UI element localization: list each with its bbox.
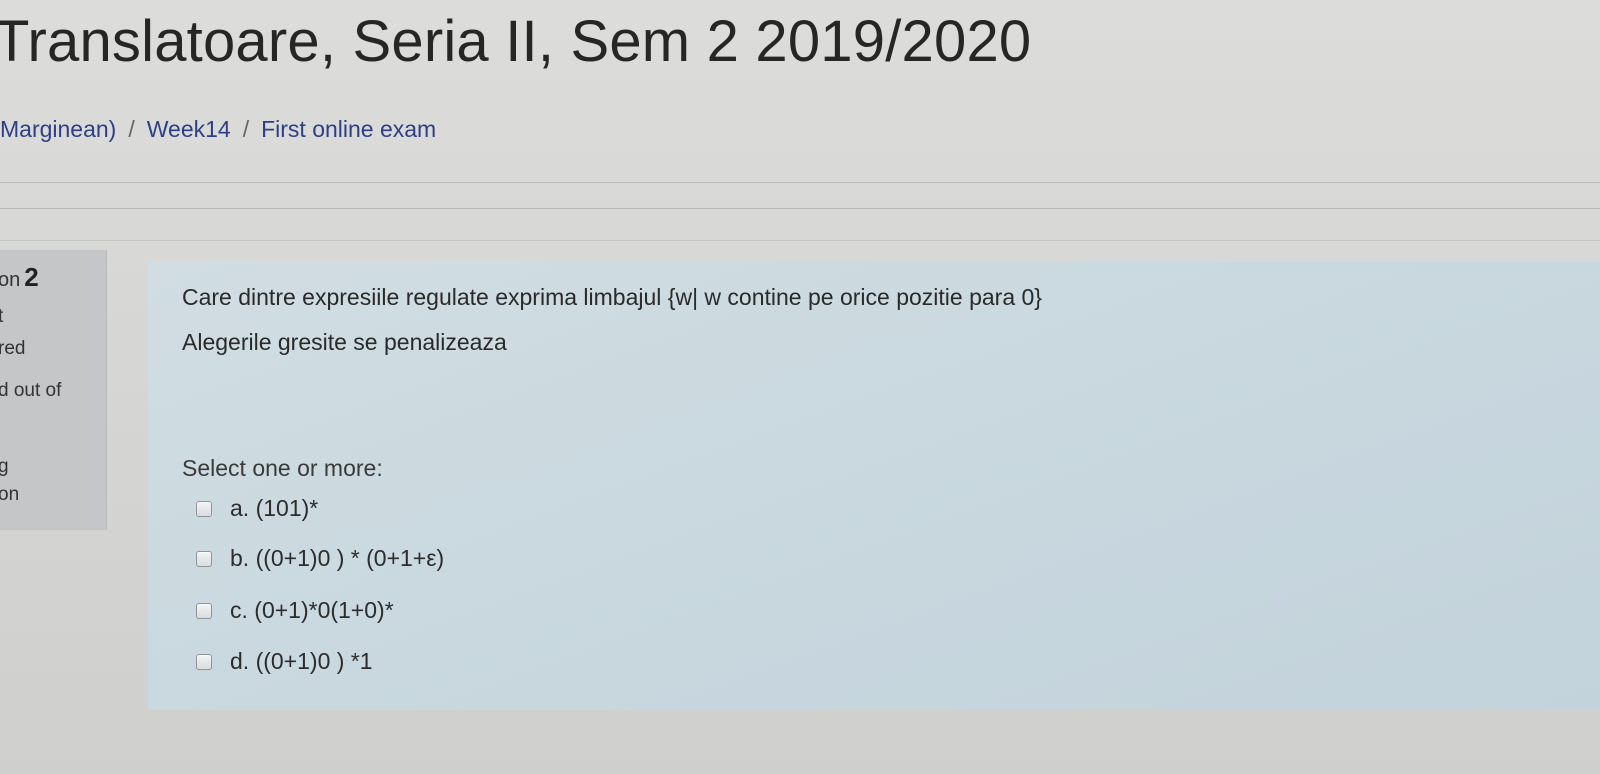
question-number: 2 xyxy=(24,262,39,292)
answer-label[interactable]: b. ((0+1)0 ) * (0+1+ε) xyxy=(230,545,444,572)
question-mark: d out of xyxy=(0,380,62,401)
flag-question-fragment[interactable]: g xyxy=(0,456,9,478)
quiz-page: Translatoare, Seria II, Sem 2 2019/2020 … xyxy=(0,0,1600,774)
divider xyxy=(0,240,1600,241)
flag-question-label[interactable]: on xyxy=(0,484,19,506)
answer-option-d[interactable]: d. ((0+1)0 ) *1 xyxy=(196,648,373,675)
breadcrumb-separator: / xyxy=(128,116,135,142)
answer-option-b[interactable]: b. ((0+1)0 ) * (0+1+ε) xyxy=(196,545,444,572)
answer-option-a[interactable]: a. (101)* xyxy=(196,495,318,522)
question-note: Alegerile gresite se penalizeaza xyxy=(182,329,507,355)
divider xyxy=(0,182,1600,183)
question-number-label: on 2 xyxy=(0,262,39,293)
answer-label[interactable]: a. (101)* xyxy=(230,495,318,522)
divider xyxy=(0,208,1600,209)
answer-label[interactable]: c. (0+1)*0(1+0)* xyxy=(230,597,394,624)
question-info-panel: on2 t red d out of g on xyxy=(0,250,107,530)
question-text: Care dintre expresiile regulate exprima … xyxy=(182,284,1042,310)
checkbox-icon[interactable] xyxy=(196,550,212,567)
breadcrumb-separator: / xyxy=(242,116,250,142)
answer-label[interactable]: d. ((0+1)0 ) *1 xyxy=(230,648,373,675)
course-title: Translatoare, Seria II, Sem 2 2019/2020 xyxy=(0,9,1032,74)
answer-option-c[interactable]: c. (0+1)*0(1+0)* xyxy=(196,597,394,624)
breadcrumb-item-exam[interactable]: First online exam xyxy=(261,116,436,142)
question-status-fragment: t xyxy=(0,306,3,328)
question-prefix: on xyxy=(0,269,21,291)
breadcrumb-item-course[interactable]: Marginean) xyxy=(0,116,116,142)
breadcrumb: Marginean) / Week14 / First online exam xyxy=(0,116,436,143)
checkbox-icon[interactable] xyxy=(196,653,212,670)
select-prompt: Select one or more: xyxy=(182,455,383,481)
checkbox-icon[interactable] xyxy=(196,500,212,517)
checkbox-icon[interactable] xyxy=(196,602,212,619)
question-status: red xyxy=(0,338,26,359)
breadcrumb-item-week14[interactable]: Week14 xyxy=(147,116,231,142)
